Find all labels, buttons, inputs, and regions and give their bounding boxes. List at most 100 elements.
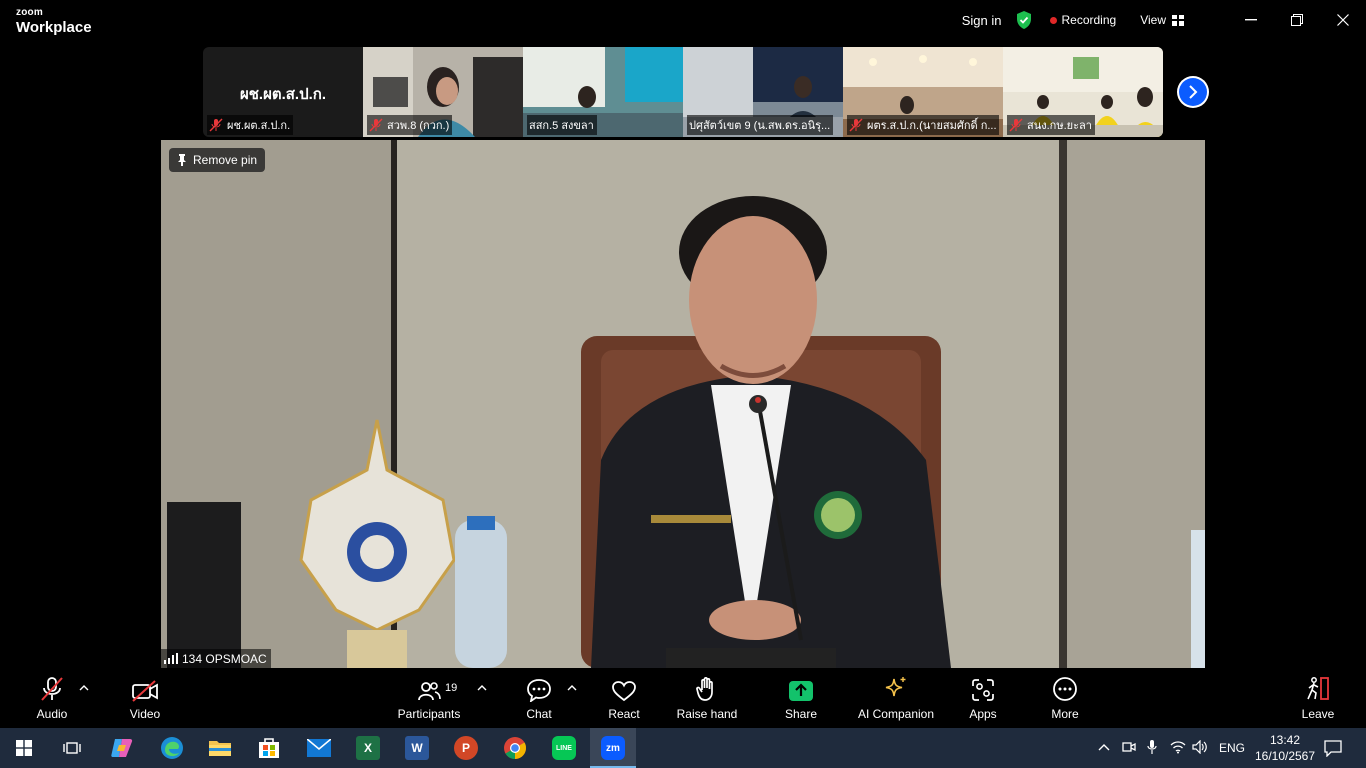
taskbar-powerpoint[interactable]: P: [444, 728, 488, 768]
sign-in-link[interactable]: Sign in: [962, 13, 1002, 28]
raise-hand-icon: [696, 677, 713, 701]
notifications-icon[interactable]: [1324, 739, 1342, 757]
windows-logo-icon: [16, 740, 32, 756]
clock-date: 16/10/2567: [1254, 749, 1316, 763]
line-icon: LINE: [552, 736, 576, 760]
raise-hand-button[interactable]: Raise hand: [676, 672, 738, 728]
taskbar-zoom[interactable]: zm: [590, 728, 636, 768]
start-button[interactable]: [2, 728, 46, 768]
apps-button[interactable]: Apps: [966, 672, 1000, 728]
participant-label: ผช.ผต.ส.ป.ก.: [207, 115, 294, 135]
share-label: Share: [784, 707, 818, 721]
share-button[interactable]: Share: [783, 672, 819, 728]
taskbar-line[interactable]: LINE: [542, 728, 586, 768]
powerpoint-icon: P: [454, 736, 478, 760]
restore-button[interactable]: [1274, 0, 1320, 40]
participant-name: สสก.5 สงขลา: [529, 120, 594, 132]
muted-mic-icon: [209, 118, 223, 132]
volume-icon[interactable]: [1192, 740, 1208, 754]
taskbar-store[interactable]: [247, 728, 291, 768]
next-page-button[interactable]: [1177, 76, 1209, 108]
title-bar: zoom Workplace Sign in Recording View: [0, 0, 1366, 44]
more-button[interactable]: More: [1048, 672, 1082, 728]
chat-button[interactable]: Chat: [521, 672, 557, 728]
word-icon: W: [405, 736, 429, 760]
brand-small: zoom: [16, 7, 43, 18]
participant-thumbnail[interactable]: สนง.กษ.ยะลา: [1003, 47, 1163, 137]
recording-indicator[interactable]: Recording: [1062, 13, 1117, 27]
participant-thumbnail[interactable]: ผตร.ส.ป.ก.(นายสมศักดิ์ ก...: [843, 47, 1003, 137]
minimize-icon: [1245, 19, 1257, 21]
pin-icon: [178, 154, 186, 166]
react-label: React: [608, 707, 640, 721]
task-view-icon: [63, 742, 81, 754]
muted-mic-icon: [1009, 118, 1023, 132]
audio-button[interactable]: Audio: [32, 672, 72, 728]
chat-label: Chat: [526, 707, 552, 721]
restore-icon: [1291, 14, 1303, 26]
participant-label: สสก.5 สงขลา: [527, 115, 597, 135]
taskbar-excel[interactable]: X: [346, 728, 390, 768]
remove-pin-button[interactable]: Remove pin: [169, 148, 266, 172]
input-language-indicator[interactable]: ENG: [1219, 741, 1245, 755]
participant-thumbnail[interactable]: ผช.ผต.ส.ป.ก. ผช.ผต.ส.ป.ก.: [203, 47, 363, 137]
react-button[interactable]: React: [605, 672, 643, 728]
participants-button[interactable]: Participants: [398, 672, 460, 728]
taskbar-mail[interactable]: [297, 728, 341, 768]
taskbar-chrome[interactable]: [493, 728, 537, 768]
chat-icon: [527, 679, 551, 702]
ai-companion-label: AI Companion: [857, 707, 935, 721]
participant-label: ปศุสัตว์เขต 9 (น.สพ.ดร.อนิรุ...: [687, 115, 834, 135]
taskbar-file-explorer[interactable]: [198, 728, 242, 768]
participant-thumbnail[interactable]: ปศุสัตว์เขต 9 (น.สพ.ดร.อนิรุ...: [683, 47, 843, 137]
apps-label: Apps: [969, 707, 997, 721]
microphone-in-use-icon[interactable]: [1146, 739, 1158, 755]
muted-mic-icon: [369, 118, 383, 132]
pinned-video[interactable]: [161, 140, 1205, 668]
chat-options-caret-icon[interactable]: [567, 684, 577, 692]
speaker-name-tag: 134 OPSMOAC: [161, 649, 271, 668]
leave-label: Leave: [1301, 707, 1335, 721]
windows-taskbar: X W P LINE zm ENG: [0, 728, 1366, 768]
wifi-icon[interactable]: [1170, 740, 1186, 754]
copilot-icon: [111, 739, 133, 757]
ai-companion-button[interactable]: AI Companion: [856, 672, 936, 728]
taskbar-edge[interactable]: [150, 728, 194, 768]
participant-thumbnail-strip: ผช.ผต.ส.ป.ก. ผช.ผต.ส.ป.ก. สวพ.8 (กวก.) ส…: [203, 47, 1163, 137]
zoom-workplace-logo: zoom Workplace: [16, 7, 92, 36]
meet-now-camera-icon[interactable]: [1122, 740, 1136, 754]
zoom-icon: zm: [601, 736, 625, 760]
task-view-button[interactable]: [50, 728, 94, 768]
taskbar-clock[interactable]: 13:42 16/10/2567: [1248, 732, 1322, 764]
participant-label: ผตร.ส.ป.ก.(นายสมศักดิ์ ก...: [847, 115, 999, 135]
participants-count-badge: 19: [445, 682, 458, 694]
participants-label: Participants: [397, 707, 461, 721]
participant-thumbnail[interactable]: สวพ.8 (กวก.): [363, 47, 523, 137]
raise-hand-label: Raise hand: [676, 707, 738, 721]
video-off-icon: [132, 680, 158, 702]
show-hidden-icons-chevron-icon[interactable]: [1098, 743, 1110, 751]
minimize-button[interactable]: [1228, 0, 1274, 40]
participant-label: สนง.กษ.ยะลา: [1007, 115, 1095, 135]
excel-icon: X: [356, 736, 380, 760]
brand-large: Workplace: [16, 19, 92, 36]
leave-door-icon: [1307, 677, 1329, 700]
signal-strength-icon: [164, 653, 178, 664]
video-label: Video: [129, 707, 161, 721]
participant-label: สวพ.8 (กวก.): [367, 115, 453, 135]
taskbar-word[interactable]: W: [395, 728, 439, 768]
audio-options-caret-icon[interactable]: [79, 684, 89, 692]
encryption-shield-icon[interactable]: [1016, 11, 1032, 29]
folder-icon: [209, 741, 231, 756]
close-window-button[interactable]: [1320, 0, 1366, 40]
participants-options-caret-icon[interactable]: [477, 684, 487, 692]
participant-thumbnail[interactable]: สสก.5 สงขลา: [523, 47, 683, 137]
taskbar-copilot[interactable]: [100, 728, 144, 768]
video-button[interactable]: Video: [124, 672, 166, 728]
participant-name: ปศุสัตว์เขต 9 (น.สพ.ดร.อนิรุ...: [689, 120, 831, 132]
leave-button[interactable]: Leave: [1300, 672, 1336, 728]
ai-sparkle-icon: [885, 677, 906, 697]
view-grid-icon[interactable]: [1172, 14, 1184, 26]
participant-name: ผช.ผต.ส.ป.ก.: [227, 120, 291, 132]
view-button[interactable]: View: [1140, 13, 1166, 27]
